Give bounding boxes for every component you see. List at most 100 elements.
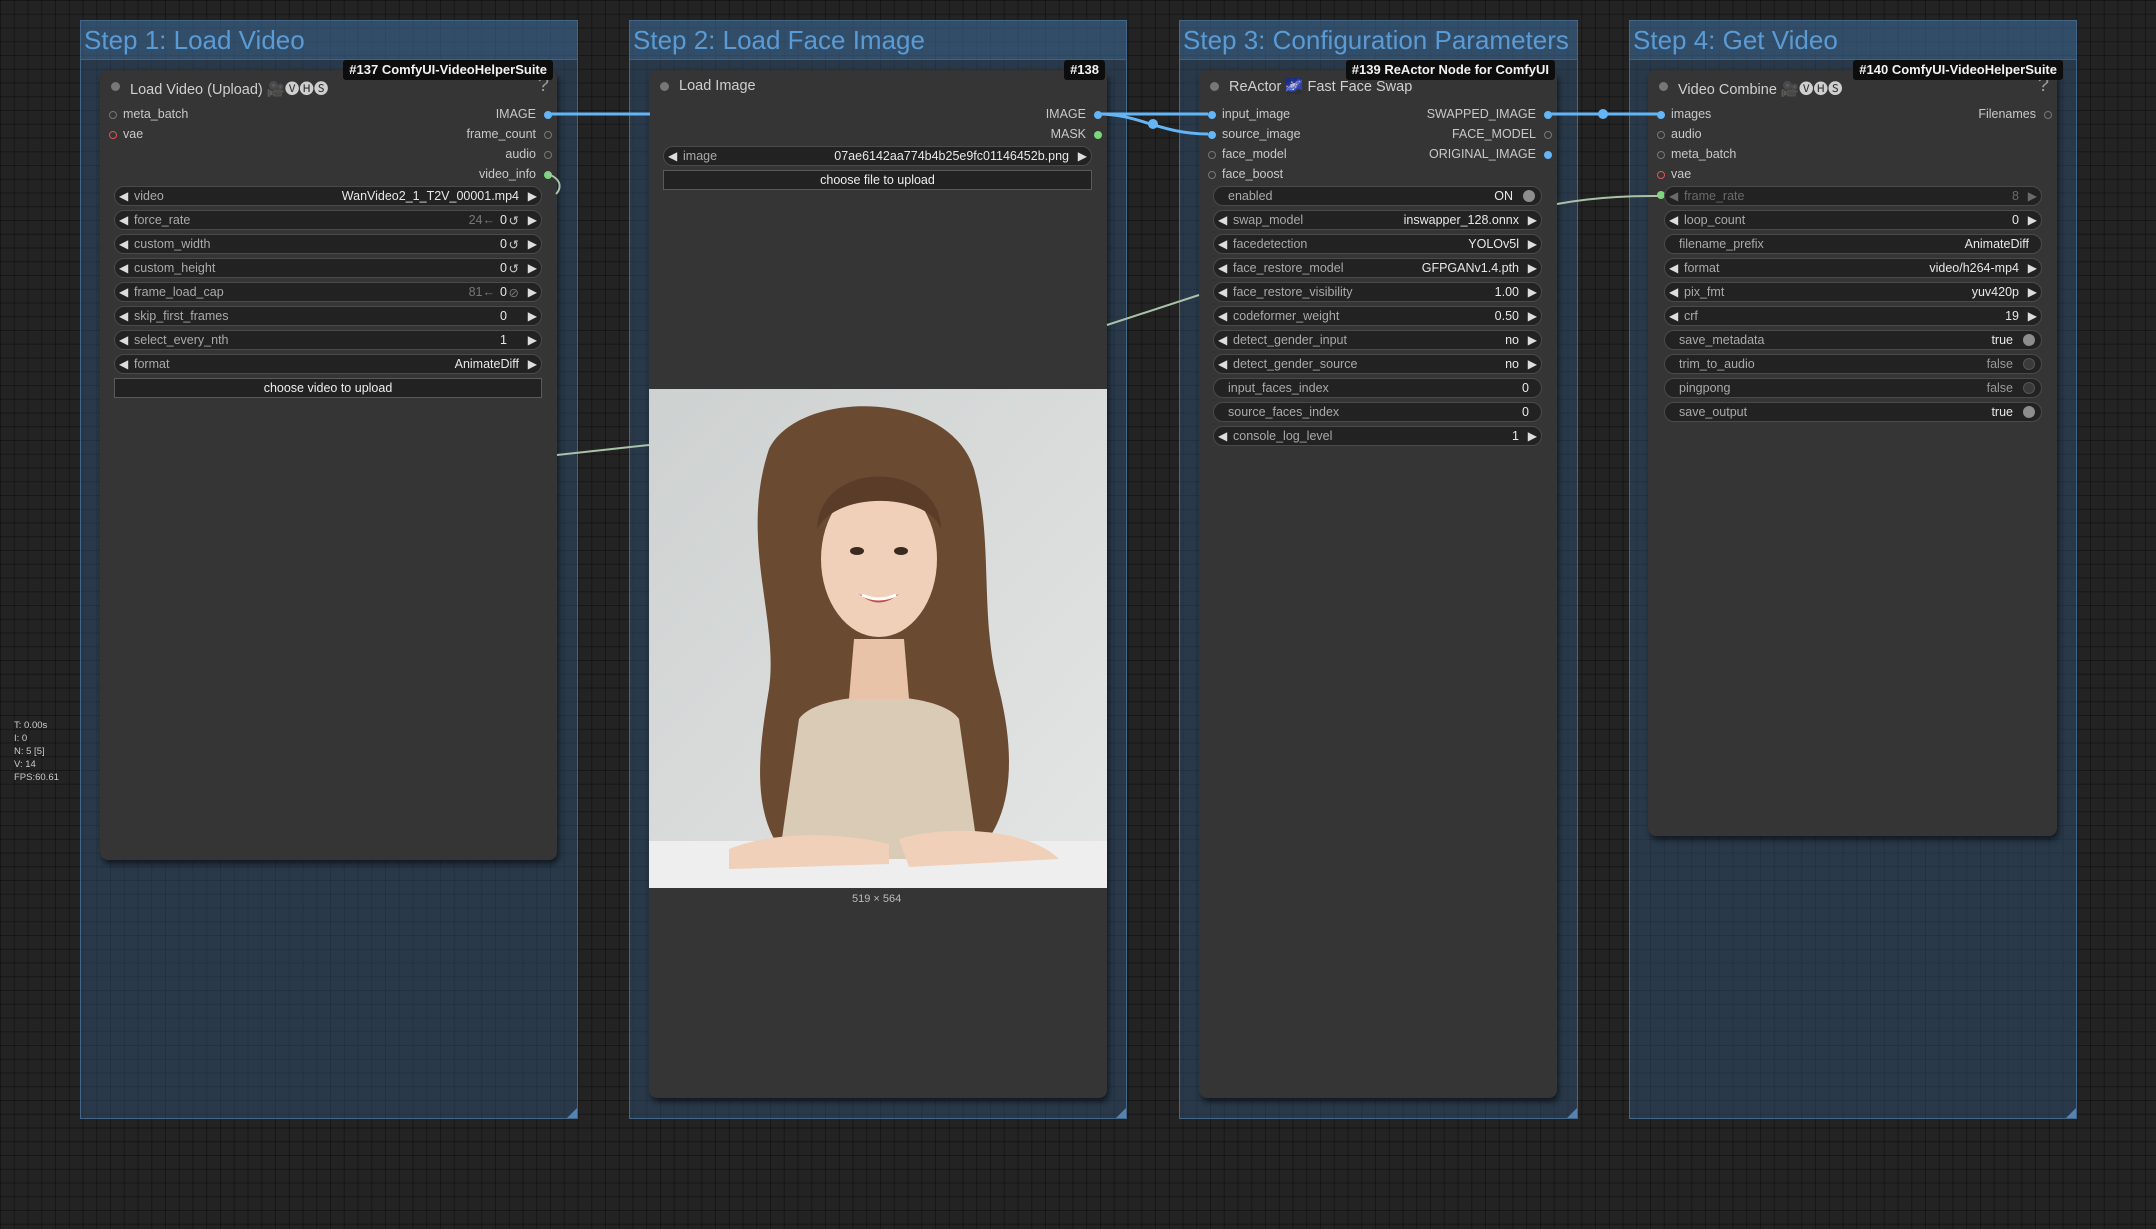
widget-face-restore-visibility[interactable]: ◀ face_restore_visibility 1.00 ▶ [1213,282,1542,302]
widget-save-output[interactable]: save_output true [1664,402,2042,422]
node-reactor[interactable]: ReActor 🌌 Fast Face Swap #139 ReActor No… [1199,60,1557,1098]
widget-format[interactable]: ◀ format video/h264-mp4 ▶ [1664,258,2042,278]
increment-arrow-icon[interactable]: ▶ [528,261,537,275]
decrement-arrow-icon[interactable]: ◀ [1218,237,1227,251]
resize-handle[interactable] [1567,1108,1577,1118]
output-swapped-image[interactable]: SWAPPED_IMAGE [1427,107,1554,121]
output-video-info[interactable]: video_info [479,167,554,181]
decrement-arrow-icon[interactable]: ◀ [1218,333,1227,347]
node-load-image[interactable]: Load Image #138 IMAGE MASK ◀ image 07ae6… [649,60,1107,1098]
decrement-arrow-icon[interactable]: ◀ [1669,309,1678,323]
decrement-arrow-icon[interactable]: ◀ [1669,189,1678,203]
output-filenames[interactable]: Filenames [1978,107,2054,121]
input-input-image[interactable]: input_image [1202,107,1290,121]
increment-arrow-icon[interactable]: ▶ [2028,189,2037,203]
collapse-dot-icon[interactable] [1659,82,1668,91]
increment-arrow-icon[interactable]: ▶ [1528,261,1537,275]
input-face-model[interactable]: face_model [1202,147,1287,161]
increment-arrow-icon[interactable]: ▶ [528,189,537,203]
input-vae[interactable]: vae [1651,167,1691,181]
increment-arrow-icon[interactable]: ▶ [1528,429,1537,443]
increment-arrow-icon[interactable]: ▶ [528,285,537,299]
disable-icon[interactable]: ⊘ [509,285,519,300]
decrement-arrow-icon[interactable]: ◀ [119,189,128,203]
increment-arrow-icon[interactable]: ▶ [1528,237,1537,251]
input-meta-batch[interactable]: meta_batch [1651,147,1736,161]
decrement-arrow-icon[interactable]: ◀ [668,149,677,163]
widget-custom-width[interactable]: ◀ custom_width 0 ↺ ▶ [114,234,542,254]
increment-arrow-icon[interactable]: ▶ [1078,149,1087,163]
decrement-arrow-icon[interactable]: ◀ [119,237,128,251]
increment-arrow-icon[interactable]: ▶ [528,309,537,323]
widget-codeformer-weight[interactable]: ◀ codeformer_weight 0.50 ▶ [1213,306,1542,326]
output-image[interactable]: IMAGE [496,107,554,121]
widget-trim-to-audio[interactable]: trim_to_audio false [1664,354,2042,374]
widget-loop-count[interactable]: ◀ loop_count 0 ▶ [1664,210,2042,230]
widget-console-log-level[interactable]: ◀ console_log_level 1 ▶ [1213,426,1542,446]
reset-icon[interactable]: ↺ [509,213,519,228]
input-images[interactable]: images [1651,107,1711,121]
resize-handle[interactable] [1116,1108,1126,1118]
toggle-knob-icon[interactable] [2023,406,2035,418]
output-audio[interactable]: audio [505,147,554,161]
decrement-arrow-icon[interactable]: ◀ [119,213,128,227]
increment-arrow-icon[interactable]: ▶ [1528,213,1537,227]
resize-handle[interactable] [2066,1108,2076,1118]
choose-video-button[interactable]: choose video to upload [114,378,542,398]
widget-custom-height[interactable]: ◀ custom_height 0 ↺ ▶ [114,258,542,278]
widget-enabled[interactable]: enabled ON [1213,186,1542,206]
node-load-video[interactable]: Load Video (Upload) 🎥🅥🅗🅢 ? #137 ComfyUI-… [100,60,557,860]
increment-arrow-icon[interactable]: ▶ [2028,213,2037,227]
input-source-image[interactable]: source_image [1202,127,1301,141]
toggle-knob-icon[interactable] [1523,190,1535,202]
widget-swap-model[interactable]: ◀ swap_model inswapper_128.onnx ▶ [1213,210,1542,230]
decrement-arrow-icon[interactable]: ◀ [1218,213,1227,227]
increment-arrow-icon[interactable]: ▶ [528,333,537,347]
widget-force-rate[interactable]: ◀ force_rate 24← 0 ↺ ▶ [114,210,542,230]
input-face-boost[interactable]: face_boost [1202,167,1283,181]
toggle-knob-icon[interactable] [2023,358,2035,370]
widget-skip-first-frames[interactable]: ◀ skip_first_frames 0 ▶ [114,306,542,326]
resize-handle[interactable] [567,1108,577,1118]
decrement-arrow-icon[interactable]: ◀ [119,261,128,275]
toggle-knob-icon[interactable] [2023,334,2035,346]
decrement-arrow-icon[interactable]: ◀ [119,333,128,347]
input-audio[interactable]: audio [1651,127,1702,141]
widget-pix-fmt[interactable]: ◀ pix_fmt yuv420p ▶ [1664,282,2042,302]
widget-select-every-nth[interactable]: ◀ select_every_nth 1 ▶ [114,330,542,350]
widget-save-metadata[interactable]: save_metadata true [1664,330,2042,350]
output-face-model[interactable]: FACE_MODEL [1452,127,1554,141]
decrement-arrow-icon[interactable]: ◀ [1669,261,1678,275]
node-video-combine[interactable]: Video Combine 🎥🅥🅗🅢 ? #140 ComfyUI-VideoH… [1648,60,2063,836]
increment-arrow-icon[interactable]: ▶ [2028,285,2037,299]
decrement-arrow-icon[interactable]: ◀ [1218,261,1227,275]
widget-detect-gender-source[interactable]: ◀ detect_gender_source no ▶ [1213,354,1542,374]
reset-icon[interactable]: ↺ [509,261,519,276]
increment-arrow-icon[interactable]: ▶ [1528,285,1537,299]
decrement-arrow-icon[interactable]: ◀ [119,309,128,323]
collapse-dot-icon[interactable] [111,82,120,91]
decrement-arrow-icon[interactable]: ◀ [1669,285,1678,299]
reset-icon[interactable]: ↺ [509,237,519,252]
widget-filename-prefix[interactable]: filename_prefix AnimateDiff [1664,234,2042,254]
collapse-dot-icon[interactable] [660,82,669,91]
increment-arrow-icon[interactable]: ▶ [528,213,537,227]
toggle-knob-icon[interactable] [2023,382,2035,394]
decrement-arrow-icon[interactable]: ◀ [1218,309,1227,323]
increment-arrow-icon[interactable]: ▶ [528,357,537,371]
widget-input-faces-index[interactable]: input_faces_index 0 [1213,378,1542,398]
increment-arrow-icon[interactable]: ▶ [1528,333,1537,347]
widget-frame-load-cap[interactable]: ◀ frame_load_cap 81← 0 ⊘ ▶ [114,282,542,302]
output-original-image[interactable]: ORIGINAL_IMAGE [1429,147,1554,161]
increment-arrow-icon[interactable]: ▶ [1528,357,1537,371]
widget-format[interactable]: ◀ format AnimateDiff ▶ [114,354,542,374]
decrement-arrow-icon[interactable]: ◀ [119,357,128,371]
widget-face-restore-model[interactable]: ◀ face_restore_model GFPGANv1.4.pth ▶ [1213,258,1542,278]
increment-arrow-icon[interactable]: ▶ [2028,261,2037,275]
widget-video[interactable]: ◀ video WanVideo2_1_T2V_00001.mp4 ▶ [114,186,542,206]
widget-crf[interactable]: ◀ crf 19 ▶ [1664,306,2042,326]
widget-source-faces-index[interactable]: source_faces_index 0 [1213,402,1542,422]
output-image[interactable]: IMAGE [1046,107,1104,121]
input-vae[interactable]: vae [103,127,143,141]
choose-file-button[interactable]: choose file to upload [663,170,1092,190]
